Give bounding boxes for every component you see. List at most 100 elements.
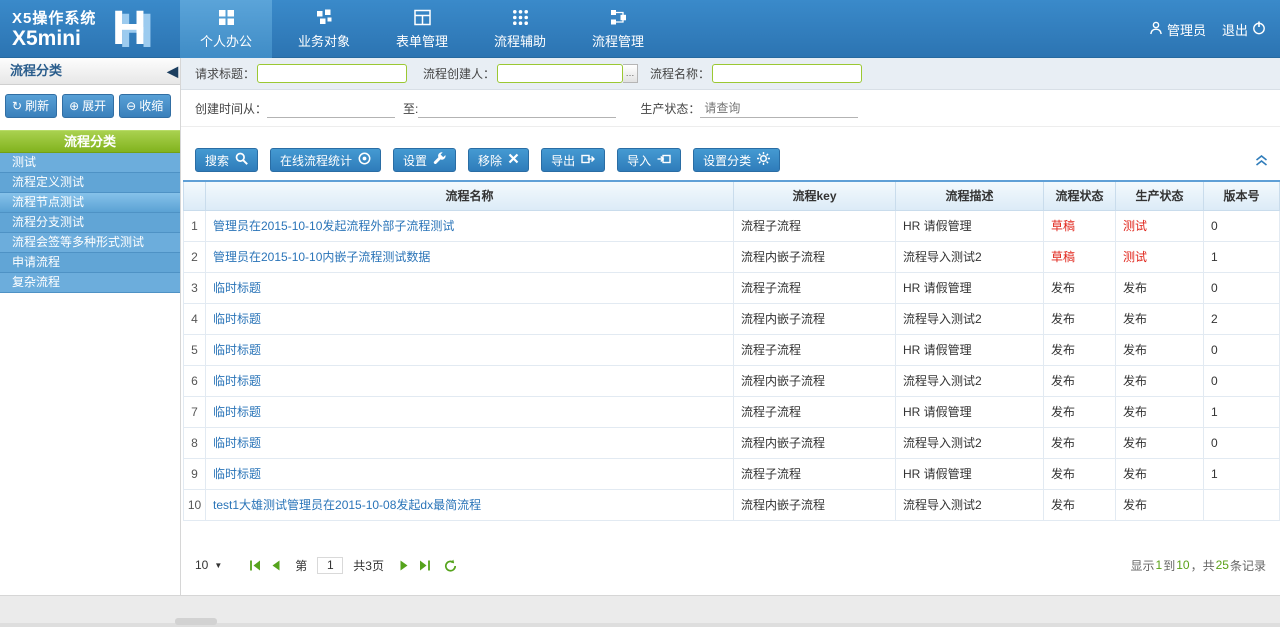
creator-lookup-button[interactable]: … <box>623 64 638 83</box>
set-category-label: 设置分类 <box>703 152 751 169</box>
page-size-select[interactable]: 10 ▼ <box>195 558 222 572</box>
cell-key: 流程子流程 <box>734 396 896 427</box>
sidebar-item-test[interactable]: 测试 <box>0 153 180 173</box>
first-page-button[interactable] <box>249 560 261 571</box>
settings-label: 设置 <box>403 152 427 169</box>
process-name-link[interactable]: 临时标题 <box>213 436 261 450</box>
sidebar-item-application-process[interactable]: 申请流程 <box>0 253 180 273</box>
col-process-key[interactable]: 流程key <box>734 181 896 210</box>
process-name-link[interactable]: 临时标题 <box>213 312 261 326</box>
cell-desc: HR 请假管理 <box>896 396 1044 427</box>
cell-desc: HR 请假管理 <box>896 458 1044 489</box>
next-page-button[interactable] <box>400 560 409 571</box>
col-process-status[interactable]: 流程状态 <box>1044 181 1116 210</box>
page-number-input[interactable] <box>317 557 343 574</box>
tab-personal-office[interactable]: 个人办公 <box>180 0 272 58</box>
cell-version: 0 <box>1204 210 1280 241</box>
search-label: 搜索 <box>205 152 229 169</box>
sidebar: 流程分类 ◀ ↻ 刷新 ⊕ 展开 ⊖ 收缩 流程分类 测试 流程定义测试 流程节… <box>0 58 181 595</box>
row-number: 7 <box>184 396 206 427</box>
expand-icon: ⊕ <box>69 99 79 113</box>
summary-mid: 到 <box>1163 557 1175 574</box>
col-version[interactable]: 版本号 <box>1204 181 1280 210</box>
col-process-desc[interactable]: 流程描述 <box>896 181 1044 210</box>
process-name-link[interactable]: 临时标题 <box>213 405 261 419</box>
export-button[interactable]: 导出 <box>541 148 605 172</box>
cell-status: 草稿 <box>1044 210 1116 241</box>
sidebar-item-process-branch-test[interactable]: 流程分支测试 <box>0 213 180 233</box>
sidebar-panel-title: 流程分类 <box>10 63 62 78</box>
table-row: 7 临时标题 流程子流程 HR 请假管理 发布 发布 1 <box>184 396 1280 427</box>
logout-button[interactable]: 退出 <box>1222 20 1266 39</box>
collapse-label: 收缩 <box>139 97 163 114</box>
cell-desc: HR 请假管理 <box>896 272 1044 303</box>
created-from-input[interactable] <box>267 100 395 118</box>
process-name-link[interactable]: test1大雄测试管理员在2015-10-08发起dx最简流程 <box>213 498 481 512</box>
sidebar-item-process-node-test[interactable]: 流程节点测试 <box>0 193 180 213</box>
prev-page-button[interactable] <box>271 560 280 571</box>
collapse-button[interactable]: ⊖ 收缩 <box>119 94 171 118</box>
import-button[interactable]: 导入 <box>617 148 681 172</box>
refresh-button[interactable]: ↻ 刷新 <box>5 94 57 118</box>
production-status-input[interactable] <box>700 100 858 118</box>
table-row: 3 临时标题 流程子流程 HR 请假管理 发布 发布 0 <box>184 272 1280 303</box>
summary-from: 1 <box>1155 558 1164 572</box>
import-icon <box>657 153 671 168</box>
settings-button[interactable]: 设置 <box>393 148 456 172</box>
search-button[interactable]: 搜索 <box>195 148 258 172</box>
cell-status: 草稿 <box>1044 241 1116 272</box>
cell-status: 发布 <box>1044 272 1116 303</box>
col-production-status[interactable]: 生产状态 <box>1116 181 1204 210</box>
collapse-panel-icon[interactable] <box>1255 153 1268 171</box>
process-name-link[interactable]: 临时标题 <box>213 467 261 481</box>
sidebar-item-process-countersign-test[interactable]: 流程会签等多种形式测试 <box>0 233 180 253</box>
search-icon <box>235 152 248 168</box>
summary-mid2: ，共 <box>1191 557 1215 574</box>
cell-prod: 发布 <box>1116 334 1204 365</box>
personal-office-icon <box>217 8 236 27</box>
tab-business-object[interactable]: 业务对象 <box>278 0 370 58</box>
last-page-button[interactable] <box>419 560 431 571</box>
cell-version: 0 <box>1204 365 1280 396</box>
set-category-button[interactable]: 设置分类 <box>693 148 780 172</box>
logo-letter: H <box>112 0 147 58</box>
online-stats-label: 在线流程统计 <box>280 152 352 169</box>
process-name-link[interactable]: 临时标题 <box>213 374 261 388</box>
process-name-link[interactable]: 临时标题 <box>213 281 261 295</box>
online-stats-button[interactable]: 在线流程统计 <box>270 148 381 172</box>
cell-prod: 测试 <box>1116 210 1204 241</box>
cell-status: 发布 <box>1044 396 1116 427</box>
screen: X5操作系统 X5mini H H 个人办公 业务对象 <box>0 0 1280 627</box>
scrollbar-thumb[interactable] <box>175 618 217 625</box>
sidebar-collapse-icon[interactable]: ◀ <box>167 58 178 84</box>
records-summary: 显示1到10，共25条记录 <box>1131 550 1266 580</box>
process-name-input[interactable] <box>712 64 862 83</box>
request-title-input[interactable] <box>257 64 407 83</box>
sidebar-item-process-definition-test[interactable]: 流程定义测试 <box>0 173 180 193</box>
sidebar-item-complex-process[interactable]: 复杂流程 <box>0 273 180 293</box>
table-header-row: 流程名称 流程key 流程描述 流程状态 生产状态 版本号 <box>184 181 1280 210</box>
cell-desc: 流程导入测试2 <box>896 489 1044 520</box>
process-name-link[interactable]: 管理员在2015-10-10发起流程外部子流程测试 <box>213 219 454 233</box>
footer-bar <box>0 595 1280 627</box>
current-user[interactable]: 管理员 <box>1149 20 1206 39</box>
page-size-value: 10 <box>195 558 208 572</box>
tab-process-management[interactable]: 流程管理 <box>572 0 664 58</box>
table-row: 5 临时标题 流程子流程 HR 请假管理 发布 发布 0 <box>184 334 1280 365</box>
cell-key: 流程子流程 <box>734 210 896 241</box>
reload-icon[interactable] <box>444 559 457 572</box>
remove-button[interactable]: 移除 <box>468 148 529 172</box>
chevron-down-icon: ▼ <box>214 561 222 570</box>
summary-prefix: 显示 <box>1131 557 1155 574</box>
cell-version: 1 <box>1204 458 1280 489</box>
process-name-link[interactable]: 临时标题 <box>213 343 261 357</box>
tab-process-assist[interactable]: 流程辅助 <box>474 0 566 58</box>
col-process-name[interactable]: 流程名称 <box>206 181 734 210</box>
process-name-link[interactable]: 管理员在2015-10-10内嵌子流程测试数据 <box>213 250 430 264</box>
created-to-input[interactable] <box>418 100 616 118</box>
expand-button[interactable]: ⊕ 展开 <box>62 94 114 118</box>
tab-form-management[interactable]: 表单管理 <box>376 0 468 58</box>
row-number: 3 <box>184 272 206 303</box>
creator-input[interactable] <box>497 64 623 83</box>
import-label: 导入 <box>627 152 651 169</box>
